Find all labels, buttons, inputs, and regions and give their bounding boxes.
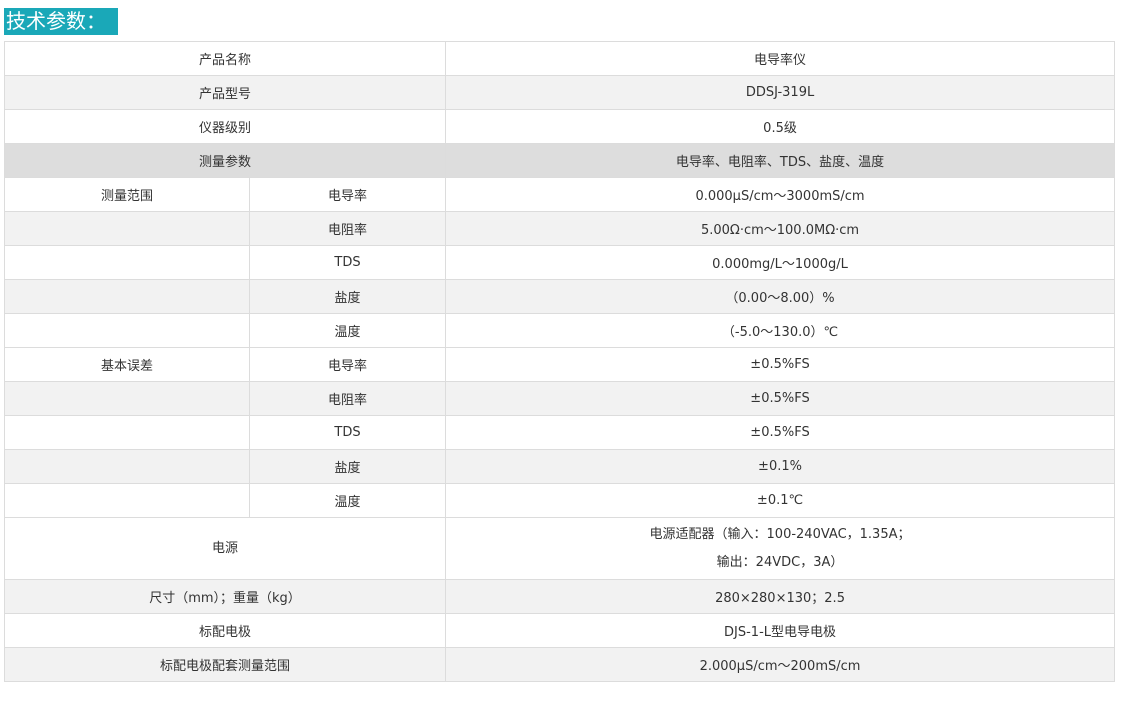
row-label: 仪器级别 <box>3 109 447 144</box>
table-row: 温度 （-5.0～130.0）℃ <box>4 313 1116 348</box>
empty-cell <box>4 211 250 246</box>
row-label: 产品型号 <box>3 75 447 110</box>
row-value: （-5.0～130.0）℃ <box>445 313 1116 348</box>
table-row: 温度 ±0.1℃ <box>4 483 1116 518</box>
row-value: 电导率仪 <box>445 41 1116 76</box>
row-value: 5.00Ω·cm～100.0MΩ·cm <box>445 211 1116 246</box>
row-label: 产品名称 <box>3 41 447 76</box>
table-row: TDS 0.000mg/L～1000g/L <box>4 245 1116 280</box>
param-label: 盐度 <box>248 449 447 484</box>
table-row: 仪器级别 0.5级 <box>3 109 1116 144</box>
empty-cell <box>4 449 250 484</box>
row-label: 标配电极配套测量范围 <box>3 647 447 682</box>
table-row: 产品型号 DDSJ-319L <box>3 75 1116 110</box>
power-line-2: 输出：24VDC，3A） <box>716 554 844 570</box>
param-label: 盐度 <box>248 279 447 314</box>
row-value: ±0.5%FS <box>445 415 1116 450</box>
row-value: 280×280×130；2.5 <box>445 579 1116 614</box>
param-label: TDS <box>248 245 447 280</box>
row-value: 0.000μS/cm～3000mS/cm <box>445 177 1116 212</box>
power-line-1: 电源适配器（输入：100-240VAC，1.35A； <box>649 526 911 542</box>
section-heading: 技术参数： <box>4 8 118 35</box>
table-row: 测量范围 电导率 0.000μS/cm～3000mS/cm <box>4 177 1116 212</box>
row-label: 标配电极 <box>3 613 447 648</box>
row-value: ±0.5%FS <box>445 381 1116 416</box>
empty-cell <box>4 313 250 348</box>
param-label: 电导率 <box>248 347 447 382</box>
table-row: TDS ±0.5%FS <box>4 415 1116 450</box>
table-row: 盐度 （0.00～8.00）% <box>4 279 1116 314</box>
param-label: TDS <box>248 415 447 450</box>
table-row: 盐度 ±0.1% <box>4 449 1116 484</box>
table-row: 产品名称 电导率仪 <box>3 41 1116 76</box>
spec-table: 产品名称 电导率仪 产品型号 DDSJ-319L 仪器级别 0.5级 测量参数 … <box>3 41 1116 682</box>
table-row: 测量参数 电导率、电阻率、TDS、盐度、温度 <box>3 143 1116 178</box>
row-value: 电源适配器（输入：100-240VAC，1.35A； 输出：24VDC，3A） <box>445 517 1116 580</box>
group-label: 测量范围 <box>4 177 250 212</box>
row-value: ±0.1℃ <box>445 483 1116 518</box>
param-label: 温度 <box>248 313 447 348</box>
table-row: 电阻率 ±0.5%FS <box>4 381 1116 416</box>
param-label: 电阻率 <box>248 381 447 416</box>
row-value: DDSJ-319L <box>445 75 1116 110</box>
table-row: 电源 电源适配器（输入：100-240VAC，1.35A； 输出：24VDC，3… <box>3 517 1116 580</box>
group-label: 基本误差 <box>4 347 250 382</box>
row-value: ±0.5%FS <box>445 347 1116 382</box>
empty-cell <box>4 415 250 450</box>
row-value: 0.5级 <box>445 109 1116 144</box>
table-row: 标配电极配套测量范围 2.000μS/cm～200mS/cm <box>3 647 1116 682</box>
row-label: 测量参数 <box>3 143 447 178</box>
row-value: （0.00～8.00）% <box>445 279 1116 314</box>
param-label: 电阻率 <box>248 211 447 246</box>
row-label: 电源 <box>3 517 447 580</box>
table-row: 尺寸（mm）；重量（kg） 280×280×130；2.5 <box>3 579 1116 614</box>
empty-cell <box>4 483 250 518</box>
row-value: 电导率、电阻率、TDS、盐度、温度 <box>445 143 1116 178</box>
param-label: 温度 <box>248 483 447 518</box>
empty-cell <box>4 381 250 416</box>
row-label: 尺寸（mm）；重量（kg） <box>3 579 447 614</box>
row-value: ±0.1% <box>445 449 1116 484</box>
table-row: 基本误差 电导率 ±0.5%FS <box>4 347 1116 382</box>
table-row: 电阻率 5.00Ω·cm～100.0MΩ·cm <box>4 211 1116 246</box>
table-row: 标配电极 DJS-1-L型电导电极 <box>3 613 1116 648</box>
param-label: 电导率 <box>248 177 447 212</box>
row-value: 0.000mg/L～1000g/L <box>445 245 1116 280</box>
empty-cell <box>4 279 250 314</box>
empty-cell <box>4 245 250 280</box>
row-value: DJS-1-L型电导电极 <box>445 613 1116 648</box>
row-value: 2.000μS/cm～200mS/cm <box>445 647 1116 682</box>
